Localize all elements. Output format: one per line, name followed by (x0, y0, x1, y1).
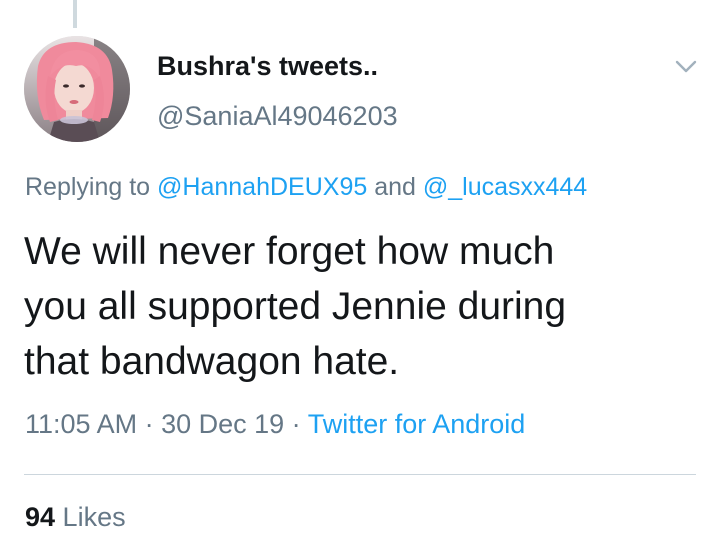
likes-label: Likes (55, 502, 126, 532)
tweet-time: 11:05 AM (25, 409, 138, 439)
avatar[interactable] (24, 36, 130, 142)
tweet-metadata: 11:05 AM · 30 Dec 19 · Twitter for Andro… (25, 409, 525, 440)
chevron-down-icon[interactable] (674, 58, 698, 76)
replying-to-joiner: and (367, 173, 423, 201)
user-handle[interactable]: @SaniaAl49046203 (157, 101, 398, 132)
replying-to-label: Replying to (25, 173, 158, 201)
tweet-date: 30 Dec 19 (161, 409, 285, 439)
mention-link-hannahdeux95[interactable]: @HannahDEUX95 (157, 173, 367, 201)
meta-separator: · (137, 409, 162, 439)
divider (24, 474, 696, 475)
profile-photo-icon (24, 36, 130, 142)
likes-count[interactable]: 94 Likes (25, 502, 126, 533)
likes-number: 94 (25, 502, 56, 532)
thread-connector-line (73, 0, 77, 28)
tweet-source-link[interactable]: Twitter for Android (308, 409, 526, 439)
display-name[interactable]: Bushra's tweets.. (157, 51, 378, 82)
meta-separator: · (284, 409, 308, 439)
mention-link-lucasxx444[interactable]: @_lucasxx444 (423, 173, 587, 201)
tweet-text: We will never forget how much you all su… (24, 230, 567, 383)
replying-to-line: Replying to @HannahDEUX95 and @_lucasxx4… (25, 173, 587, 202)
